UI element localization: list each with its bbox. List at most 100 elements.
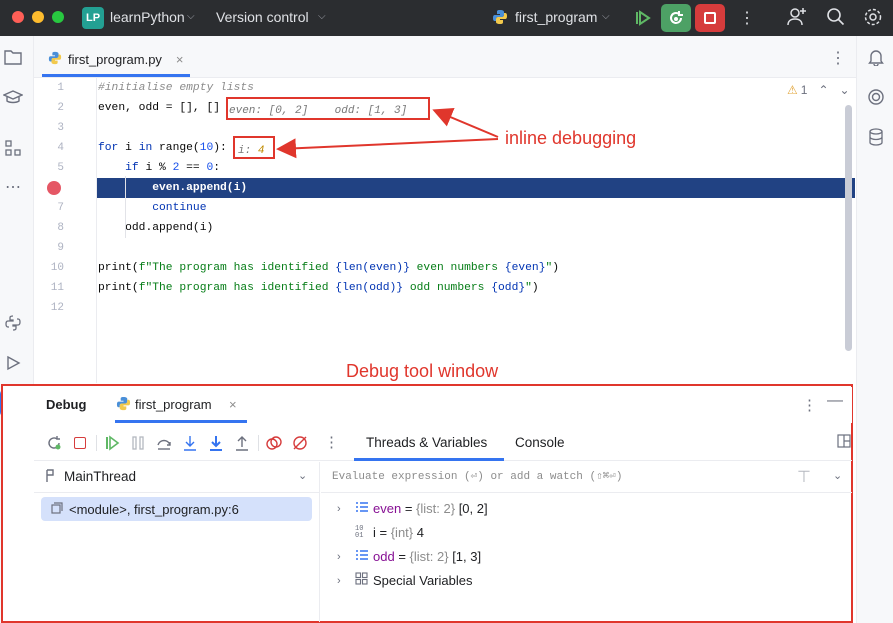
minimize-window-button[interactable] [32,11,44,23]
chevron-down-icon[interactable]: ⌄ [298,469,307,482]
run-config-select[interactable]: first_program [515,9,597,25]
line-number: 11 [50,282,64,294]
debug-title: Debug [46,397,87,412]
chevron-down-icon[interactable]: ⌵ [318,11,326,22]
line-number: 8 [57,222,64,234]
annotation-arrows [276,107,499,159]
python-console-icon[interactable] [2,312,24,334]
chevron-down-icon[interactable]: ⌄ [833,469,842,482]
annotation-inline-debugging: inline debugging [505,128,637,148]
chevron-down-icon[interactable]: ⌵ [602,11,610,22]
tab-first-program[interactable]: first_program.py × [42,45,190,77]
line-number: 12 [50,302,64,314]
int-variable-icon: 10 01 [355,525,364,540]
active-tab-underline [354,458,504,461]
database-icon[interactable] [865,126,887,148]
more-tools-icon[interactable]: ⋯ [2,176,24,198]
close-icon[interactable]: × [229,397,237,412]
ai-assistant-icon[interactable] [865,86,887,108]
close-window-button[interactable] [12,11,24,23]
variable-row-odd[interactable]: › odd = {list: 2} [1, 3] [337,545,481,569]
pause-icon[interactable] [128,433,148,453]
annotation-debug-window: Debug tool window [346,361,499,381]
editor-gutter: 1 2 3 4 5 7 8 9 10 11 12 [34,78,97,383]
project-badge[interactable]: LP [82,7,104,29]
notifications-icon[interactable] [865,46,887,68]
variable-row-even[interactable]: › even = {list: 2} [0, 2] [337,497,488,521]
zoom-window-button[interactable] [52,11,64,23]
session-tab[interactable]: first_program [135,397,212,412]
step-into-my-code-icon[interactable] [206,433,226,453]
python-icon [492,9,508,28]
project-name[interactable]: learnPython [110,9,185,25]
learn-icon[interactable] [2,86,24,108]
chevron-down-icon[interactable]: ⌄ [840,83,850,97]
stop-icon[interactable] [70,433,90,453]
line-number: 5 [57,162,64,174]
chevron-up-icon[interactable]: ⌃ [818,83,828,97]
view-breakpoints-icon[interactable] [264,433,284,453]
line-number: 1 [57,82,64,94]
grid-icon [355,569,373,593]
title-bar: LP learnPython ⌵ Version control ⌵ first… [0,0,893,36]
breakpoint-icon[interactable] [47,181,61,195]
variable-row-special[interactable]: › Special Variables [337,569,472,593]
resume-icon[interactable] [102,433,122,453]
python-icon [116,396,131,414]
evaluate-expression-input[interactable]: Evaluate expression (⏎) or add a watch (… [332,469,623,483]
thread-select[interactable]: MainThread [64,469,136,484]
frame-item[interactable]: <module>, first_program.py:6 [41,497,312,521]
warnings-indicator[interactable]: ⚠ 1 ⌃ ⌄ [787,83,850,97]
code-line-1: #initialise empty lists [98,82,254,94]
frame-icon [51,501,63,517]
folder-icon[interactable] [2,46,24,68]
more-icon[interactable]: ⋮ [830,48,846,68]
code-line-11: print(f"The program has identified {len(… [98,282,539,294]
structure-icon[interactable] [2,137,24,159]
layout-icon[interactable] [837,434,851,451]
step-over-icon[interactable] [154,433,174,453]
step-into-icon[interactable] [180,433,200,453]
more-icon[interactable]: ⋮ [739,8,755,28]
warning-icon: ⚠ [787,83,798,97]
list-variable-icon [355,545,373,569]
stop-button[interactable] [695,4,725,32]
line-number: 4 [57,142,64,154]
tab-label: first_program.py [68,52,162,67]
variable-row-i[interactable]: 10 01 i = {int} 4 [355,521,424,545]
code-line-2: even, odd = [], [] [98,102,221,114]
search-icon[interactable] [826,7,846,30]
chevron-right-icon[interactable]: › [337,497,355,521]
more-icon[interactable]: ⋮ [802,396,817,414]
editor-scrollbar[interactable] [845,105,852,351]
vcs-menu[interactable]: Version control [216,9,309,25]
mute-breakpoints-icon[interactable] [290,433,310,453]
chevron-right-icon[interactable]: › [337,569,355,593]
close-icon[interactable]: × [176,52,184,67]
step-out-icon[interactable] [232,433,252,453]
active-tab-underline [115,420,247,423]
code-line-5: if i % 2 == 0: [98,162,221,174]
run-icon[interactable] [2,352,24,374]
debug-toolbar: ⋮ Threads & Variables Console [34,425,852,461]
code-line-10: print(f"The program has identified {len(… [98,262,560,274]
line-number: 7 [57,202,64,214]
tab-console[interactable]: Console [515,435,565,450]
chevron-right-icon[interactable]: › [337,545,355,569]
variables-pane: Evaluate expression (⏎) or add a watch (… [321,462,852,622]
add-watch-icon[interactable]: ⊤ [797,467,811,487]
tab-threads-variables[interactable]: Threads & Variables [366,435,487,450]
rerun-debug-button[interactable] [661,4,691,32]
gear-icon[interactable] [863,7,883,30]
debug-header: Debug first_program × ⋮ — [34,387,852,423]
chevron-down-icon[interactable]: ⌵ [187,11,195,22]
more-icon[interactable]: ⋮ [324,433,339,451]
code-line-8: odd.append(i) [98,222,214,234]
rerun-icon[interactable] [44,433,64,453]
thread-icon [44,469,56,486]
line-number: 10 [50,262,64,274]
add-user-icon[interactable] [787,6,807,31]
resume-icon[interactable] [627,4,657,32]
code-line-6: even.append(i) [98,182,248,194]
minimize-icon[interactable]: — [827,392,843,410]
